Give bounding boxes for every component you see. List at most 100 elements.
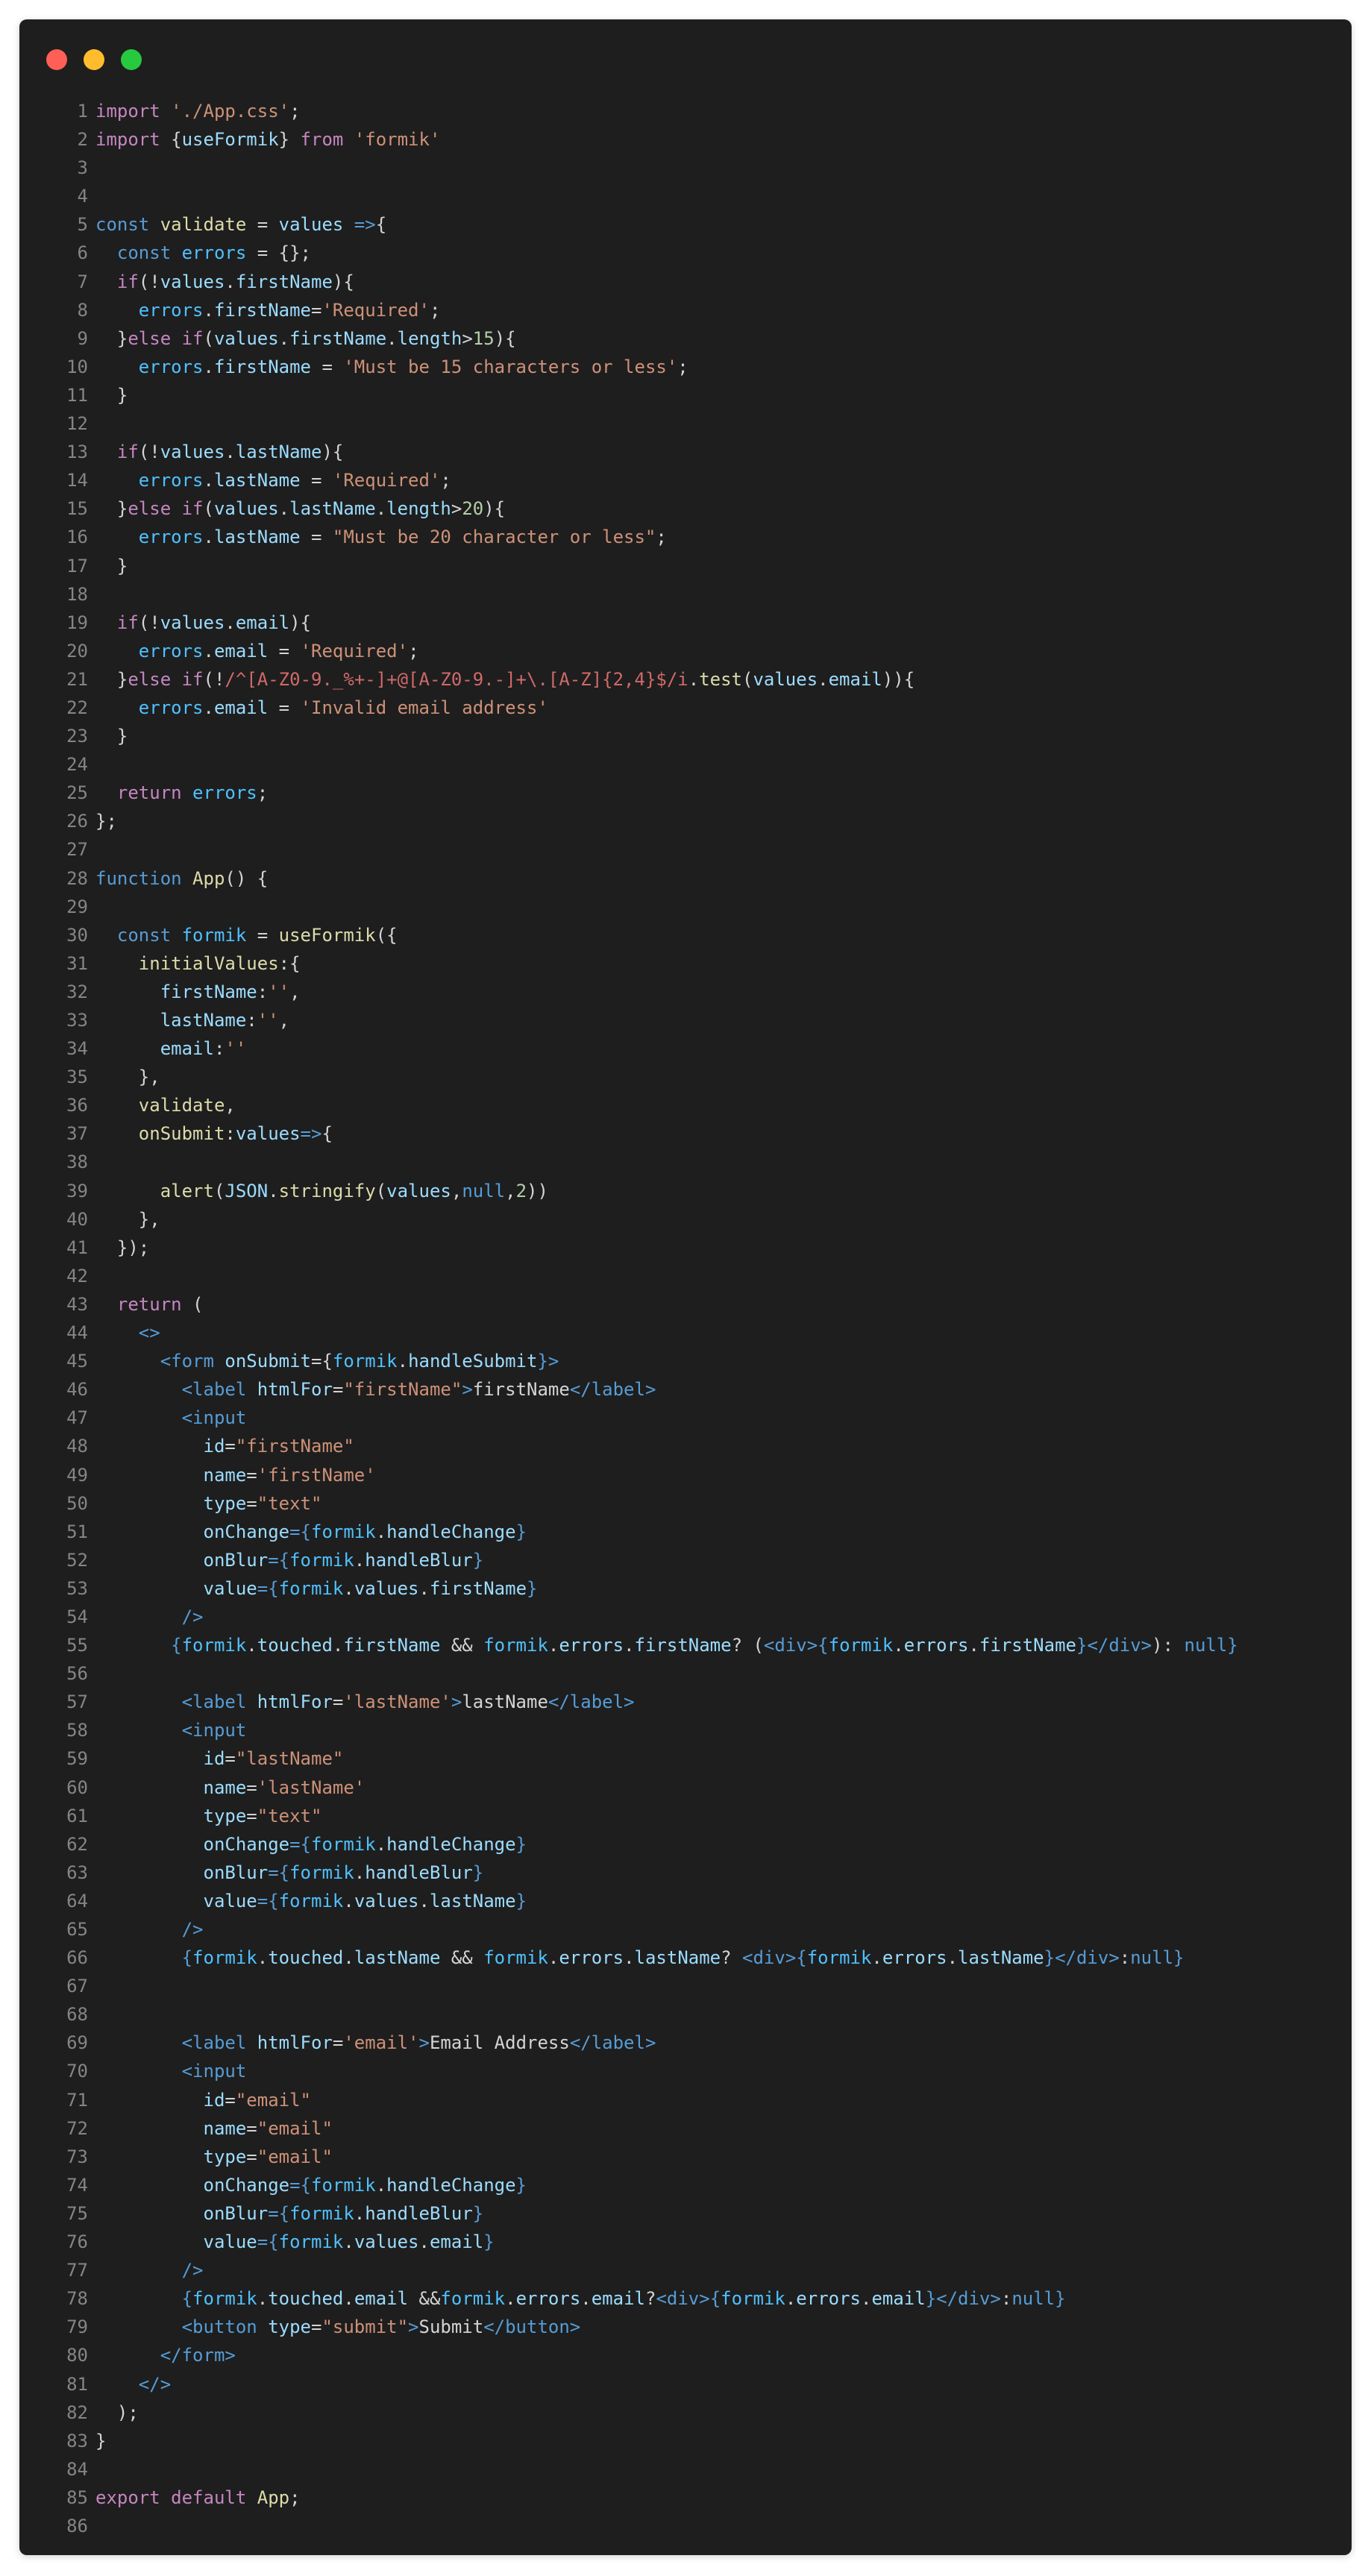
code-line[interactable]: 12 (19, 409, 1352, 438)
code-token: values (354, 2231, 419, 2253)
code-line[interactable]: 67 (19, 1972, 1352, 2000)
minimize-button[interactable] (84, 49, 104, 70)
code-line[interactable]: 22 errors.email = 'Invalid email address… (19, 694, 1352, 722)
code-line[interactable]: 6 const errors = {}; (19, 239, 1352, 267)
code-line[interactable]: 47 <input (19, 1404, 1352, 1432)
line-number: 71 (66, 2089, 88, 2111)
code-line[interactable]: 38 (19, 1148, 1352, 1176)
code-line[interactable]: 40 }, (19, 1205, 1352, 1234)
code-line[interactable]: 53 value={formik.values.firstName} (19, 1574, 1352, 1603)
code-line[interactable]: 81 </> (19, 2370, 1352, 2398)
code-line[interactable]: 52 onBlur={formik.handleBlur} (19, 1546, 1352, 1574)
code-line[interactable]: 24 (19, 750, 1352, 779)
code-line[interactable]: 68 (19, 2000, 1352, 2029)
code-token: }); (95, 1237, 150, 1258)
code-line[interactable]: 20 errors.email = 'Required'; (19, 637, 1352, 665)
code-line[interactable]: 35 }, (19, 1063, 1352, 1091)
code-line[interactable]: 31 initialValues:{ (19, 949, 1352, 978)
code-line[interactable]: 48 id="firstName" (19, 1432, 1352, 1460)
code-token: useFormik (181, 129, 279, 151)
code-line[interactable]: 19 if(!values.email){ (19, 609, 1352, 637)
code-line[interactable]: 1 import './App.css'; (19, 97, 1352, 125)
code-line[interactable]: 51 onChange={formik.handleChange} (19, 1518, 1352, 1546)
code-line[interactable]: 25 return errors; (19, 779, 1352, 807)
code-line[interactable]: 64 value={formik.values.lastName} (19, 1887, 1352, 1915)
code-line[interactable]: 33 lastName:'', (19, 1006, 1352, 1034)
code-line[interactable]: 82 ); (19, 2398, 1352, 2427)
code-line[interactable]: 2 import {useFormik} from 'formik' (19, 125, 1352, 154)
code-line[interactable]: 80 </form> (19, 2341, 1352, 2369)
code-line[interactable]: 86 (19, 2512, 1352, 2540)
code-line[interactable]: 75 onBlur={formik.handleBlur} (19, 2199, 1352, 2228)
code-line[interactable]: 83} (19, 2427, 1352, 2455)
code-line[interactable]: 54 /> (19, 1603, 1352, 1631)
code-line[interactable]: 78 {formik.touched.email &&formik.errors… (19, 2284, 1352, 2313)
code-token: <div> (763, 1635, 818, 1656)
code-line[interactable]: 74 onChange={formik.handleChange} (19, 2171, 1352, 2199)
code-line[interactable]: 28 function App() { (19, 864, 1352, 893)
code-line[interactable]: 13 if(!values.lastName){ (19, 438, 1352, 466)
code-line[interactable]: 17 } (19, 552, 1352, 580)
code-line[interactable]: 26}; (19, 807, 1352, 835)
code-line[interactable]: 9 }else if(values.firstName.length>15){ (19, 324, 1352, 353)
code-line[interactable]: 65 /> (19, 1915, 1352, 1944)
code-line[interactable]: 61 type="text" (19, 1802, 1352, 1830)
close-button[interactable] (46, 49, 67, 70)
code-line[interactable]: 79 <button type="submit">Submit</button> (19, 2313, 1352, 2341)
code-line[interactable]: 58 <input (19, 1716, 1352, 1744)
code-line[interactable]: 55 {formik.touched.firstName && formik.e… (19, 1631, 1352, 1659)
code-line[interactable]: 7 if(!values.firstName){ (19, 268, 1352, 296)
code-line[interactable]: 37 onSubmit:values=>{ (19, 1119, 1352, 1148)
code-line[interactable]: 57 <label htmlFor='lastName'>lastName</l… (19, 1688, 1352, 1716)
code-line[interactable]: 34 email:'' (19, 1034, 1352, 1063)
code-line[interactable]: 10 errors.firstName = 'Must be 15 charac… (19, 353, 1352, 381)
code-line[interactable]: 36 validate, (19, 1091, 1352, 1119)
code-line[interactable]: 46 <label htmlFor="firstName">firstName<… (19, 1375, 1352, 1404)
code-line[interactable]: 27 (19, 835, 1352, 864)
code-line[interactable]: 11 } (19, 381, 1352, 409)
code-line[interactable]: 14 errors.lastName = 'Required'; (19, 466, 1352, 494)
code-line[interactable]: 41 }); (19, 1234, 1352, 1262)
code-line[interactable]: 18 (19, 580, 1352, 609)
code-line[interactable]: 23 } (19, 722, 1352, 750)
code-line[interactable]: 69 <label htmlFor='email'>Email Address<… (19, 2029, 1352, 2057)
code-line[interactable]: 50 type="text" (19, 1489, 1352, 1518)
code-line[interactable]: 77 /> (19, 2256, 1352, 2284)
code-line[interactable]: 70 <input (19, 2057, 1352, 2085)
code-line[interactable]: 3 (19, 154, 1352, 182)
code-line[interactable]: 45 <form onSubmit={formik.handleSubmit}> (19, 1347, 1352, 1375)
code-line[interactable]: 59 id="lastName" (19, 1744, 1352, 1773)
code-token: . (818, 668, 829, 690)
code-line[interactable]: 16 errors.lastName = "Must be 20 charact… (19, 523, 1352, 551)
code-line[interactable]: 56 (19, 1659, 1352, 1688)
code-line[interactable]: 43 return ( (19, 1290, 1352, 1319)
code-token: return (95, 1293, 193, 1315)
code-line[interactable]: 76 value={formik.values.email} (19, 2228, 1352, 2256)
code-line[interactable]: 42 (19, 1262, 1352, 1290)
code-line[interactable]: 30 const formik = useFormik({ (19, 921, 1352, 949)
code-line[interactable]: 60 name='lastName' (19, 1774, 1352, 1802)
code-line[interactable]: 66 {formik.touched.lastName && formik.er… (19, 1944, 1352, 1972)
code-line[interactable]: 29 (19, 893, 1352, 921)
code-token: } (527, 1577, 538, 1599)
code-line[interactable]: 32 firstName:'', (19, 978, 1352, 1006)
code-line[interactable]: 39 alert(JSON.stringify(values,null,2)) (19, 1177, 1352, 1205)
code-line[interactable]: 44 <> (19, 1319, 1352, 1347)
code-line[interactable]: 85 export default App; (19, 2484, 1352, 2512)
code-line[interactable]: 49 name='firstName' (19, 1461, 1352, 1489)
code-token: Submit (418, 2316, 484, 2338)
code-line[interactable]: 21 }else if(!/^[A-Z0-9._%+-]+@[A-Z0-9.-]… (19, 665, 1352, 694)
maximize-button[interactable] (121, 49, 142, 70)
code-area[interactable]: 1 import './App.css'; 2 import {useFormik} … (19, 97, 1352, 2540)
code-line[interactable]: 63 onBlur={formik.handleBlur} (19, 1859, 1352, 1887)
code-line[interactable]: 15 }else if(values.lastName.length>20){ (19, 494, 1352, 523)
code-text: export default App; (95, 2484, 301, 2512)
code-line[interactable]: 72 name="email" (19, 2114, 1352, 2143)
code-line[interactable]: 62 onChange={formik.handleChange} (19, 1830, 1352, 1859)
code-line[interactable]: 8 errors.firstName='Required'; (19, 296, 1352, 324)
code-line[interactable]: 71 id="email" (19, 2086, 1352, 2114)
code-line[interactable]: 4 (19, 182, 1352, 210)
code-line[interactable]: 84 (19, 2455, 1352, 2484)
code-line[interactable]: 73 type="email" (19, 2143, 1352, 2171)
code-line[interactable]: 5 const validate = values =>{ (19, 210, 1352, 239)
